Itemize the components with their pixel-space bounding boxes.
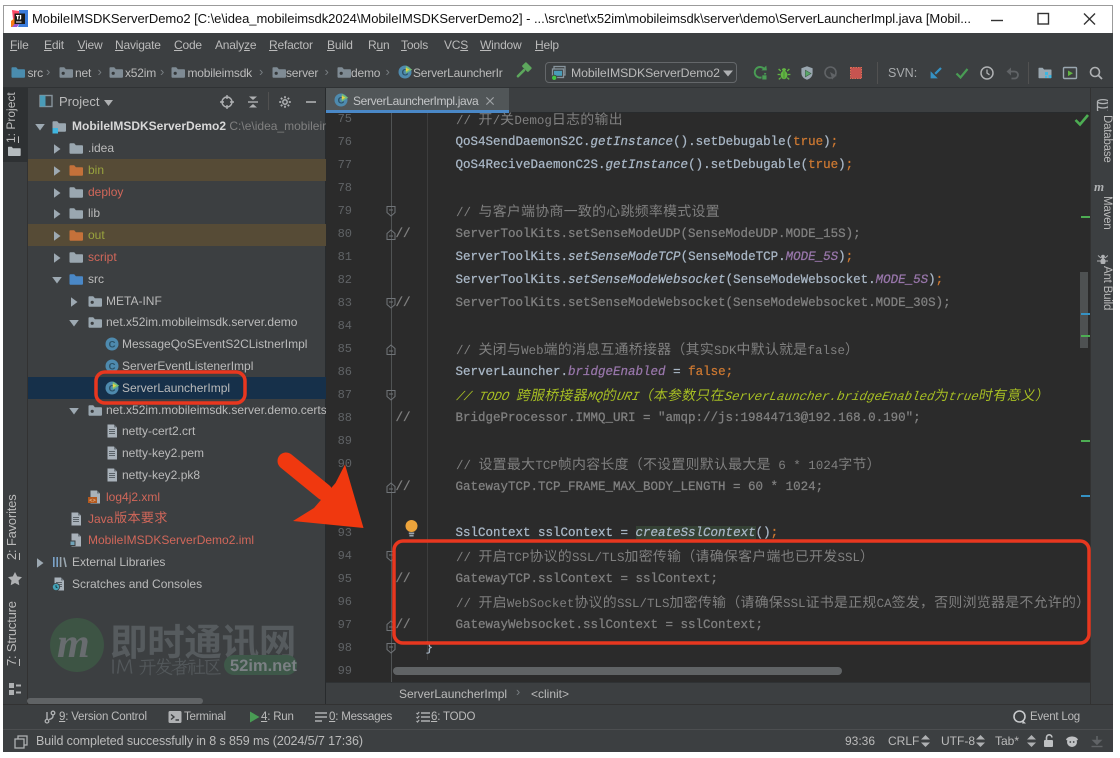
svg-text:<>: <> <box>89 497 96 504</box>
svg-text:C: C <box>109 361 116 372</box>
svg-text:C: C <box>109 340 116 351</box>
svg-text:m: m <box>1094 180 1104 193</box>
